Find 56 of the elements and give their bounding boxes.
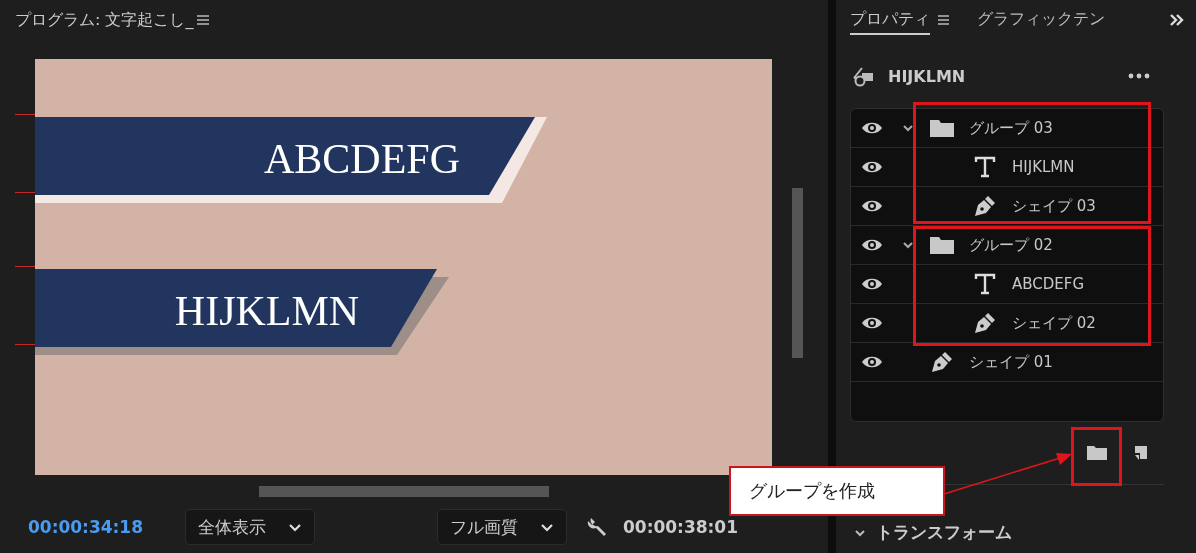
eye-icon[interactable] [861, 238, 883, 252]
current-timecode[interactable]: 00:00:34:18 [28, 517, 185, 537]
wrench-icon[interactable] [587, 516, 609, 538]
duration-timecode: 00:00:38:01 [623, 517, 739, 537]
overflow-icon[interactable] [1170, 14, 1184, 26]
panel-tab[interactable]: グラフィックテン [977, 5, 1105, 35]
chevron-down-icon[interactable] [854, 527, 866, 538]
pen-tool-icon [930, 350, 954, 374]
layer-row[interactable]: シェイプ 02 [851, 304, 1163, 343]
banner-text: ABCDEFG [264, 136, 460, 182]
layer-name: ABCDEFG [1012, 275, 1085, 293]
menu-icon[interactable] [938, 15, 949, 25]
layer-row[interactable]: グループ 02 [851, 226, 1163, 265]
text-tool-icon [974, 273, 996, 295]
layer-name: HIJKLMN [1012, 158, 1075, 176]
text-tool-icon [974, 156, 996, 178]
layer-name: シェイプ 03 [1012, 196, 1096, 216]
layer-row[interactable]: ABCDEFG [851, 265, 1163, 304]
pen-tool-icon [973, 194, 997, 218]
layer-row[interactable]: シェイプ 03 [851, 187, 1163, 226]
eye-icon[interactable] [861, 316, 883, 330]
panel-title: プログラム: 文字起こし_ [15, 9, 194, 31]
menu-icon[interactable] [197, 15, 210, 25]
folder-icon [929, 118, 955, 138]
pen-tool-icon [973, 311, 997, 335]
banner-text: HIJKLMN [174, 288, 360, 334]
eye-icon[interactable] [861, 121, 883, 135]
chevron-down-icon[interactable] [902, 240, 914, 250]
layer-name: シェイプ 02 [1012, 313, 1096, 333]
scrollbar[interactable] [259, 486, 549, 497]
section-header[interactable]: トランスフォーム [876, 521, 1012, 544]
quality-dropdown[interactable]: フル画質 [437, 509, 567, 545]
layer-row[interactable]: グループ 03 [851, 109, 1163, 148]
zoom-dropdown[interactable]: 全体表示 [185, 509, 315, 545]
folder-icon [929, 235, 955, 255]
graphic-name: HIJKLMN [888, 66, 966, 86]
scrollbar[interactable] [792, 188, 803, 358]
eye-icon[interactable] [861, 277, 883, 291]
layer-row[interactable]: シェイプ 01 [851, 343, 1163, 382]
chevron-down-icon [540, 522, 554, 532]
layer-name: グループ 02 [969, 235, 1053, 255]
shapes-icon [852, 65, 876, 87]
highlight-frame [1071, 427, 1122, 486]
chevron-down-icon[interactable] [902, 123, 914, 133]
layer-name: グループ 03 [969, 118, 1053, 138]
eye-icon[interactable] [861, 160, 883, 174]
layer-name: シェイプ 01 [969, 352, 1053, 372]
eye-icon[interactable] [861, 199, 883, 213]
callout-label: グループを作成 [729, 466, 945, 516]
chevron-down-icon [288, 522, 302, 532]
copy-icon[interactable] [1132, 444, 1148, 462]
panel-tab[interactable]: プロパティ [850, 5, 930, 35]
layer-row[interactable]: HIJKLMN [851, 148, 1163, 187]
folder-icon[interactable] [1086, 444, 1108, 462]
eye-icon[interactable] [861, 355, 883, 369]
more-options-icon[interactable] [1128, 73, 1150, 79]
